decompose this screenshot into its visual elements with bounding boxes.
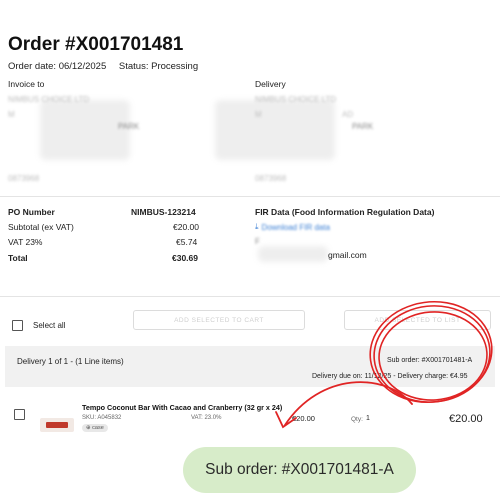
red-circle-annotation <box>369 300 493 404</box>
sub-order-callout: Sub order: #X001701481-A <box>183 447 416 493</box>
annotation-overlay <box>275 300 493 429</box>
red-arrow-annotation <box>275 381 413 429</box>
